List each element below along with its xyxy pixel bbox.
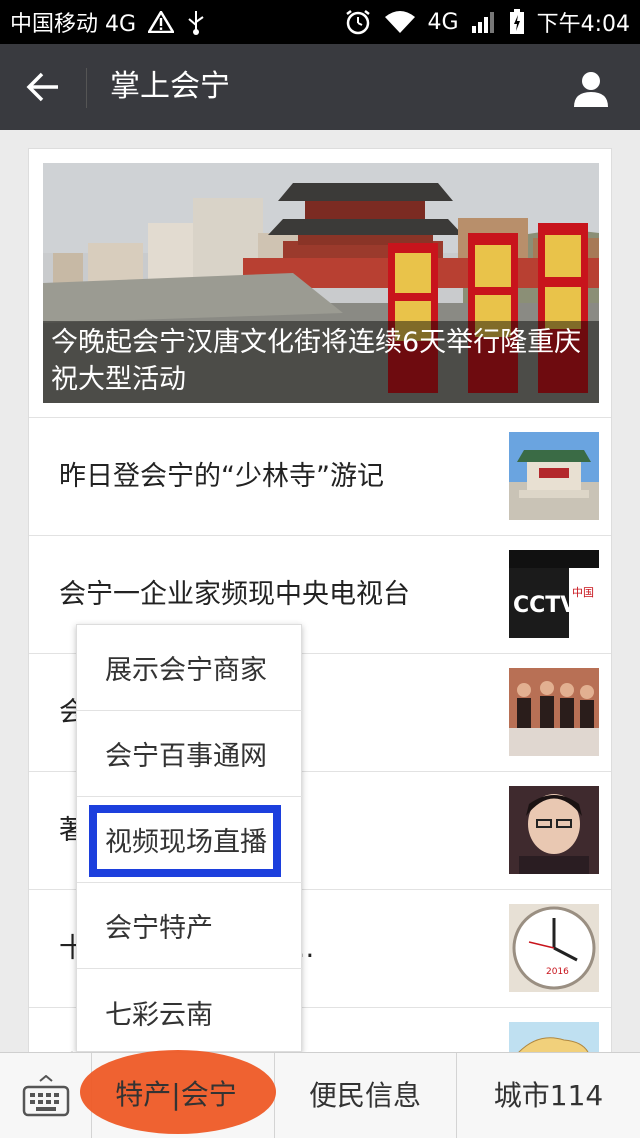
keyboard-icon bbox=[22, 1075, 69, 1117]
news-thumbnail: CCTV 中国 bbox=[509, 550, 599, 638]
signal-icon bbox=[471, 12, 494, 33]
keyboard-button[interactable] bbox=[0, 1053, 92, 1138]
menu-item-specialty[interactable]: 会宁特产 bbox=[77, 883, 303, 969]
svg-text:2016: 2016 bbox=[546, 967, 569, 977]
back-arrow-icon bbox=[26, 72, 58, 102]
user-profile-icon bbox=[574, 72, 608, 107]
wifi-icon bbox=[384, 11, 415, 33]
back-button[interactable] bbox=[18, 64, 68, 110]
page-title: 掌上会宁 bbox=[110, 69, 230, 104]
tab-specialty-huining[interactable]: 特产|会宁 bbox=[96, 1052, 256, 1138]
news-thumbnail bbox=[509, 668, 599, 756]
network-type: 4G bbox=[427, 9, 459, 35]
hero-caption: 今晚起会宁汉唐文化街将连续6天举行隆重庆祝大型活动 bbox=[43, 321, 599, 403]
app-header: 掌上会宁 bbox=[0, 44, 640, 130]
news-title: 昨日登会宁的“少林寺”游记 bbox=[59, 461, 384, 492]
menu-item-merchants[interactable]: 展示会宁商家 bbox=[77, 625, 303, 711]
menu-item-yunnan[interactable]: 七彩云南 bbox=[77, 969, 303, 1055]
header-divider bbox=[86, 68, 87, 108]
highlight-box bbox=[89, 805, 281, 877]
tab-city-114[interactable]: 城市114 bbox=[457, 1053, 640, 1138]
usb-icon bbox=[188, 11, 204, 35]
clock: 下午4:04 bbox=[536, 12, 630, 37]
battery-icon bbox=[509, 9, 524, 34]
warning-icon bbox=[148, 11, 175, 33]
menu-item-info-network[interactable]: 会宁百事通网 bbox=[77, 711, 303, 797]
carrier-label: 中国移动 4G bbox=[10, 12, 137, 37]
svg-text:中国: 中国 bbox=[572, 586, 594, 599]
tab-convenience-info[interactable]: 便民信息 bbox=[300, 1053, 430, 1138]
status-bar: 中国移动 4G 4G 下午4:04 bbox=[0, 0, 640, 44]
news-thumbnail bbox=[509, 1022, 599, 1052]
alarm-icon bbox=[345, 10, 370, 35]
news-thumbnail bbox=[509, 786, 599, 874]
news-thumbnail bbox=[509, 432, 599, 520]
hero-news[interactable]: 今晚起会宁汉唐文化街将连续6天举行隆重庆祝大型活动 bbox=[43, 163, 599, 403]
menu-item-live-video[interactable]: 视频现场直播 bbox=[77, 797, 303, 883]
profile-button[interactable] bbox=[568, 66, 614, 112]
news-thumbnail: 2016 bbox=[509, 904, 599, 992]
svg-text:CCTV: CCTV bbox=[513, 593, 577, 618]
news-item[interactable]: 昨日登会宁的“少林寺”游记 bbox=[29, 417, 611, 535]
popup-menu: 展示会宁商家 会宁百事通网 视频现场直播 会宁特产 七彩云南 bbox=[76, 624, 303, 1055]
